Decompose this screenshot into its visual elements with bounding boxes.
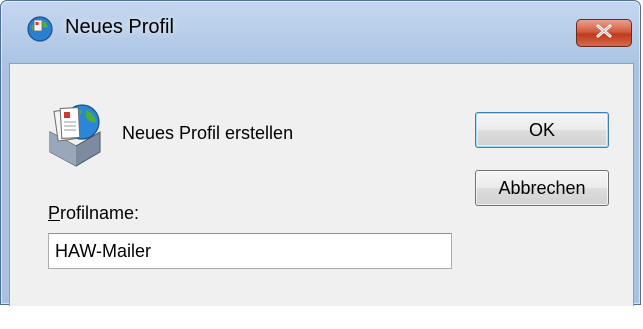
mail-profile-icon — [46, 102, 104, 168]
cancel-button[interactable]: Abbrechen — [475, 170, 609, 206]
close-button[interactable] — [576, 19, 632, 47]
profile-name-input[interactable] — [48, 233, 452, 269]
dialog-client-area: Neues Profil erstellen Profilname: OK Ab… — [9, 63, 634, 306]
dialog-header-text: Neues Profil erstellen — [122, 123, 294, 143]
label-mnemonic: P — [48, 203, 61, 223]
close-icon — [595, 24, 613, 43]
label-text: rofilname: — [60, 203, 140, 223]
window-title: Neues Profil — [65, 16, 174, 38]
title-bar[interactable]: Neues Profil — [1, 1, 640, 57]
outlook-profile-icon — [25, 14, 55, 44]
ok-button[interactable]: OK — [475, 112, 609, 148]
profile-name-label: Profilname: — [48, 203, 139, 224]
dialog-window: Neues Profil Neues Profil erstellen Prof… — [0, 0, 641, 306]
